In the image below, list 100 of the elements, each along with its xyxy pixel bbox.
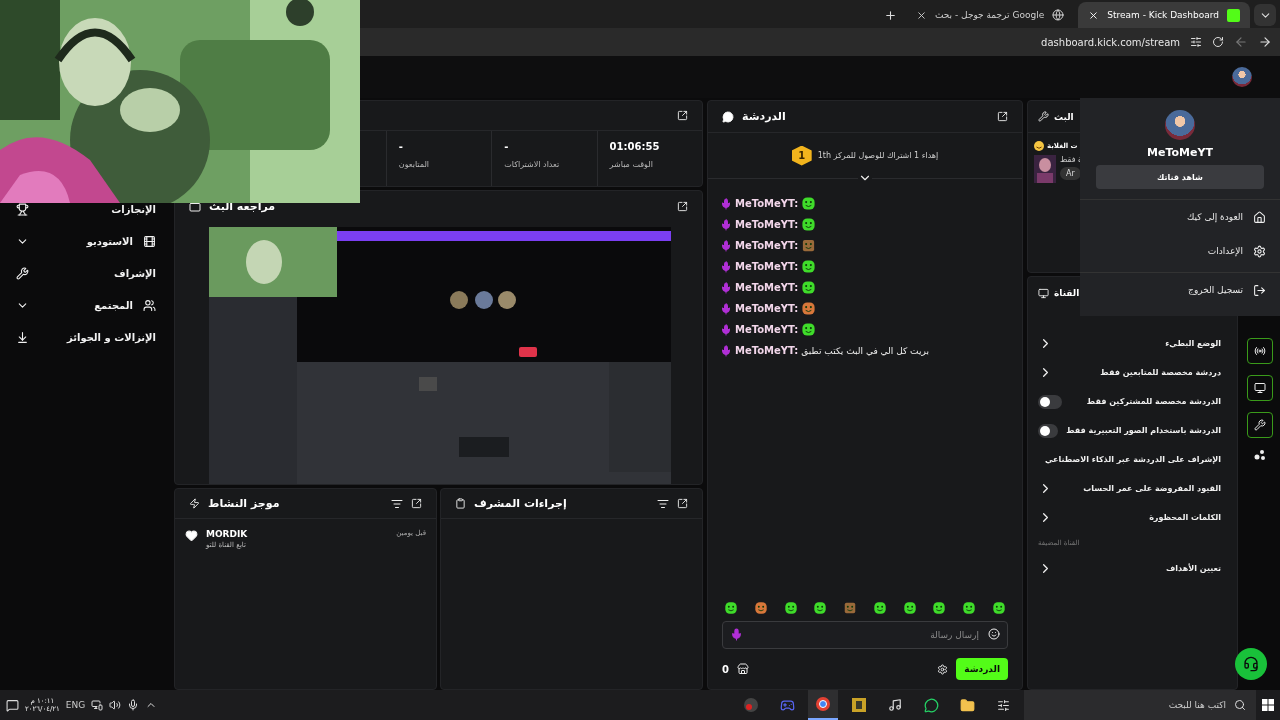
mic-icon[interactable]: [730, 628, 743, 641]
mic-badge-icon: [720, 197, 732, 210]
setting-label[interactable]: الإشراف على الدردشة عبر الذكاء الاصطناعي: [1045, 455, 1221, 464]
emote-icon: [801, 196, 817, 211]
popout-icon[interactable]: [997, 111, 1008, 122]
emoji-icon[interactable]: [988, 628, 1000, 640]
logout-icon: [1253, 283, 1266, 297]
microphone-icon[interactable]: [127, 699, 140, 711]
close-icon[interactable]: [1088, 9, 1100, 21]
home-icon: [1253, 210, 1266, 224]
taskbar-search[interactable]: اكتب هنا للبحث: [1024, 690, 1256, 720]
setting-label[interactable]: دردشة مخصصة للمتابعين فقط: [1061, 368, 1221, 377]
panel-title: إجراءات المشرف: [474, 497, 567, 510]
chat-button[interactable]: الدردشة: [956, 658, 1008, 680]
settings-icon[interactable]: [937, 663, 949, 675]
emote-icon: [801, 301, 817, 316]
setting-label[interactable]: الدردشة باستخدام الصور التعبيرية فقط: [1066, 426, 1221, 435]
kick-logo-icon: [1227, 8, 1240, 22]
menu-item[interactable]: الإعدادات: [1080, 234, 1280, 268]
broadcast-button[interactable]: [1247, 338, 1273, 364]
emote-icon: [991, 601, 1006, 615]
setting-label[interactable]: تعيين الأهداف: [1061, 564, 1221, 573]
avatar[interactable]: [1232, 67, 1252, 87]
chat-username[interactable]: MeToMeYT:: [735, 282, 799, 293]
tools-button[interactable]: [1247, 412, 1273, 438]
setting-label[interactable]: الكلمات المحظورة: [1061, 513, 1221, 522]
dots-icon[interactable]: [1254, 449, 1266, 461]
browser-tab[interactable]: ترجمة جوجل - بحث Google: [905, 2, 1075, 28]
event-user: MORDIK: [206, 529, 249, 539]
chat-username[interactable]: MeToMeYT:: [735, 261, 799, 272]
setting-label[interactable]: الدردشة مخصصة للمشتركين فقط: [1070, 397, 1221, 406]
mic-badge-icon: [720, 218, 732, 231]
avatar: [1165, 110, 1195, 140]
store-icon[interactable]: [736, 663, 749, 675]
chat-username[interactable]: MeToMeYT:: [735, 303, 799, 314]
emote-icon: [962, 601, 977, 615]
browser-tab[interactable]: Stream - Kick Dashboard: [1078, 2, 1250, 28]
chat-message: بريت كل الي في البث يكتب تطبق: [801, 345, 929, 356]
close-icon[interactable]: [915, 9, 927, 21]
filter-icon[interactable]: [657, 497, 669, 510]
popout-icon[interactable]: [411, 498, 422, 509]
mic-badge-icon: [720, 302, 732, 315]
notifications-icon[interactable]: [6, 698, 19, 712]
help-button[interactable]: [1235, 648, 1267, 680]
wrench-icon: [1038, 111, 1049, 122]
globe-icon: [1052, 9, 1065, 21]
sidebar-item[interactable]: الإشراف: [39, 267, 156, 279]
users-icon: [143, 298, 156, 312]
browser-icon[interactable]: [808, 690, 838, 720]
reload-icon[interactable]: [1212, 36, 1224, 48]
sidebar-item[interactable]: المجتمع: [39, 299, 133, 311]
panel-title: القناة: [1054, 288, 1080, 298]
address-text[interactable]: dashboard.kick.com/stream: [1041, 36, 1180, 48]
network-icon[interactable]: [91, 699, 104, 711]
filter-icon[interactable]: [391, 497, 403, 510]
monitor-icon: [1254, 382, 1266, 394]
panel-title: موجز النشاط: [208, 497, 280, 510]
sidebar-item[interactable]: الإنجازات: [39, 203, 156, 215]
channel-button[interactable]: [1247, 375, 1273, 401]
chat-username[interactable]: MeToMeYT:: [735, 219, 799, 230]
windows-icon[interactable]: [1262, 699, 1274, 711]
view-channel-button[interactable]: شاهد قناتك: [1096, 165, 1264, 189]
setting-label[interactable]: الوضع البطيء: [1061, 339, 1221, 348]
emote-icon: [724, 601, 738, 615]
broadcast-icon: [1254, 345, 1266, 357]
chat-username[interactable]: MeToMeYT:: [735, 345, 799, 356]
chat-username[interactable]: MeToMeYT:: [735, 240, 799, 251]
emote-icon: [801, 217, 817, 232]
download-icon: [16, 330, 29, 344]
menu-item[interactable]: تسجيل الخروج: [1080, 273, 1280, 307]
mic-badge-icon: [720, 260, 732, 273]
language-tag: Ar: [1060, 167, 1081, 180]
message-field[interactable]: إرسال رسالة: [722, 621, 1008, 649]
volume-icon[interactable]: [109, 699, 122, 711]
chat-username[interactable]: MeToMeYT:: [735, 324, 799, 335]
trophy-icon: [16, 202, 29, 216]
toggle-switch[interactable]: [1038, 394, 1062, 409]
stat-label: الوقت مباشر: [609, 160, 653, 169]
toggle-switch[interactable]: [1038, 423, 1059, 438]
emote-icon: [801, 238, 817, 253]
menu-item[interactable]: العودة إلى كيك: [1080, 200, 1280, 234]
popout-icon[interactable]: [677, 200, 688, 212]
stream-category: ة فقط: [1060, 155, 1083, 164]
setting-label[interactable]: القيود المفروضة على عمر الحساب: [1061, 484, 1221, 493]
rank-badge: 1: [791, 145, 812, 166]
language-indicator[interactable]: ENG: [65, 700, 86, 710]
clipboard-icon: [455, 498, 466, 509]
chat-username[interactable]: MeToMeYT:: [735, 198, 799, 209]
stat-value: -: [398, 141, 403, 152]
sidebar-item[interactable]: الإنزالات و الجوائز: [39, 331, 156, 343]
menu-username: MeToMeYT: [1147, 146, 1213, 159]
popout-icon[interactable]: [677, 498, 688, 509]
back-icon[interactable]: [1234, 35, 1248, 49]
forward-icon[interactable]: [1258, 35, 1272, 49]
sidebar-item[interactable]: الاستوديو: [39, 235, 133, 247]
popout-icon[interactable]: [677, 110, 688, 121]
mic-badge-icon: [720, 239, 732, 252]
stat-label: تعداد الاشتراكات: [504, 160, 560, 169]
site-settings-icon[interactable]: [1190, 36, 1202, 48]
tab-list-button[interactable]: [1254, 4, 1276, 26]
